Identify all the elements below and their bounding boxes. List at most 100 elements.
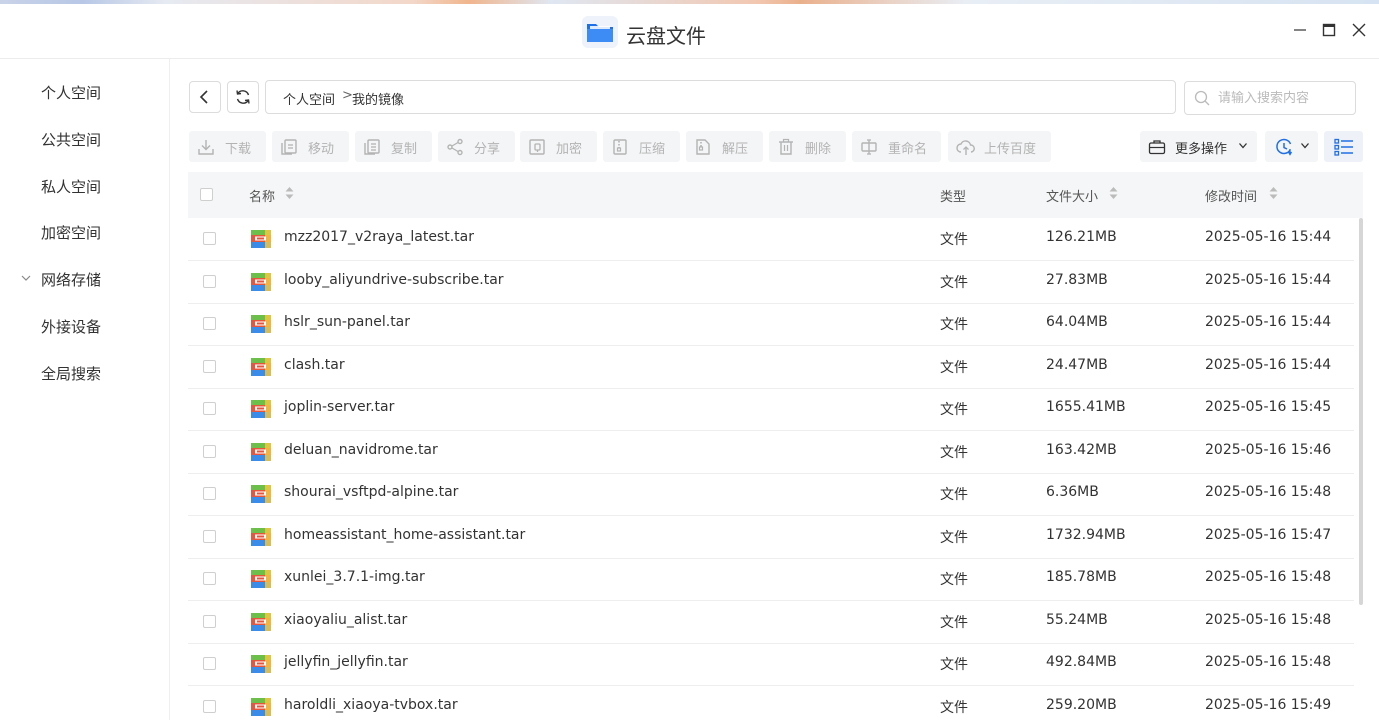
title-bar: 云盘文件 [0, 4, 1379, 59]
upload-baidu-button[interactable]: 上传百度 [948, 131, 1051, 162]
file-name[interactable]: mzz2017_v2raya_latest.tar [284, 229, 474, 245]
maximize-icon[interactable] [1319, 20, 1339, 40]
file-name[interactable]: haroldli_xiaoya-tvbox.tar [284, 697, 458, 713]
encrypt-button[interactable]: 加密 [520, 131, 597, 162]
sidebar-item-private-space[interactable]: 私人空间 [0, 166, 169, 206]
archive-file-icon [251, 655, 271, 673]
table-row[interactable]: jellyfin_jellyfin.tar 文件 492.84MB 2025-05-1… [188, 643, 1354, 686]
sidebar-item-label: 全局搜索 [41, 365, 102, 383]
sort-arrows-icon[interactable] [285, 186, 294, 200]
file-name[interactable]: jellyfin_jellyfin.tar [284, 654, 408, 670]
row-checkbox[interactable] [203, 615, 216, 628]
copy-label: 复制 [391, 142, 418, 157]
compress-icon [613, 139, 627, 155]
table-row[interactable]: xunlei_3.7.1-img.tar 文件 185.78MB 2025-05-16… [188, 558, 1354, 601]
refresh-icon [236, 90, 250, 104]
compress-label: 压缩 [639, 142, 666, 157]
header-name[interactable]: 名称 [249, 186, 275, 205]
select-all-checkbox[interactable] [200, 188, 213, 201]
briefcase-icon [1148, 140, 1166, 155]
file-name[interactable]: looby_aliyundrive-subscribe.tar [284, 272, 504, 288]
table-row[interactable]: xiaoyaliu_alist.tar 文件 55.24MB 2025-05-16 1… [188, 601, 1354, 644]
file-modified-time: 2025-05-16 15:48 [1205, 484, 1332, 500]
extract-button[interactable]: 解压 [686, 131, 763, 162]
file-name[interactable]: deluan_navidrome.tar [284, 442, 438, 458]
header-size[interactable]: 文件大小 [1046, 186, 1098, 205]
file-modified-time: 2025-05-16 15:48 [1205, 654, 1332, 670]
row-checkbox[interactable] [203, 445, 216, 458]
file-name[interactable]: joplin-server.tar [284, 399, 394, 415]
table-row[interactable]: mzz2017_v2raya_latest.tar 文件 126.21MB 2025-… [188, 218, 1354, 261]
file-modified-time: 2025-05-16 15:47 [1205, 527, 1332, 543]
sidebar-item-label: 外接设备 [41, 318, 102, 336]
minimize-icon[interactable] [1290, 20, 1310, 40]
row-checkbox[interactable] [203, 657, 216, 670]
file-modified-time: 2025-05-16 15:48 [1205, 612, 1332, 628]
file-modified-time: 2025-05-16 15:49 [1205, 697, 1332, 713]
file-modified-time: 2025-05-16 15:44 [1205, 229, 1332, 245]
rename-icon [861, 139, 877, 155]
download-button[interactable]: 下载 [189, 131, 266, 162]
table-row[interactable]: deluan_navidrome.tar 文件 163.42MB 2025-05-16… [188, 431, 1354, 474]
file-name[interactable]: xiaoyaliu_alist.tar [284, 612, 407, 628]
file-name[interactable]: homeassistant_home-assistant.tar [284, 527, 525, 543]
row-checkbox[interactable] [203, 487, 216, 500]
chevron-down-icon[interactable] [20, 272, 32, 284]
sidebar-item-personal-space[interactable]: 个人空间 [0, 72, 169, 112]
breadcrumb-root[interactable]: 个人空间 [283, 89, 335, 108]
table-row[interactable]: haroldli_xiaoya-tvbox.tar 文件 259.20MB 2025-… [188, 686, 1354, 720]
list-view-button[interactable] [1324, 131, 1363, 162]
sidebar-item-label: 个人空间 [41, 84, 102, 102]
search-input[interactable] [1216, 87, 1350, 109]
copy-button[interactable]: 复制 [355, 131, 432, 162]
move-button[interactable]: 移动 [272, 131, 349, 162]
archive-file-icon [251, 273, 271, 291]
folder-app-icon [582, 16, 618, 48]
sidebar-item-network-storage[interactable]: 网络存储 [0, 259, 169, 299]
breadcrumb-current[interactable]: 我的镜像 [352, 89, 404, 108]
sort-arrows-icon[interactable] [1269, 186, 1278, 200]
search-box[interactable] [1184, 81, 1356, 115]
table-row[interactable]: clash.tar 文件 24.47MB 2025-05-16 15:44 [188, 346, 1354, 389]
header-time[interactable]: 修改时间 [1205, 186, 1257, 205]
sort-button[interactable] [1265, 131, 1318, 162]
sidebar-item-public-space[interactable]: 公共空间 [0, 119, 169, 159]
share-button[interactable]: 分享 [438, 131, 515, 162]
row-checkbox[interactable] [203, 530, 216, 543]
file-name[interactable]: clash.tar [284, 357, 345, 373]
sort-arrows-icon[interactable] [1109, 186, 1118, 200]
more-actions-button[interactable]: 更多操作 [1140, 131, 1257, 162]
file-size: 1732.94MB [1046, 527, 1126, 543]
vertical-scrollbar[interactable] [1359, 218, 1363, 605]
table-row[interactable]: homeassistant_home-assistant.tar 文件 1732.9… [188, 516, 1354, 559]
row-checkbox[interactable] [203, 402, 216, 415]
row-checkbox[interactable] [203, 360, 216, 373]
row-checkbox[interactable] [203, 232, 216, 245]
sidebar-item-global-search[interactable]: 全局搜索 [0, 353, 169, 393]
file-name[interactable]: shourai_vsftpd-alpine.tar [284, 484, 458, 500]
refresh-button[interactable] [227, 81, 259, 113]
file-name[interactable]: xunlei_3.7.1-img.tar [284, 569, 425, 585]
table-row[interactable]: shourai_vsftpd-alpine.tar 文件 6.36MB 2025-05… [188, 473, 1354, 516]
upload-baidu-label: 上传百度 [984, 142, 1037, 157]
sidebar-item-encrypted-space[interactable]: 加密空间 [0, 212, 169, 252]
archive-file-icon [251, 570, 271, 588]
extract-label: 解压 [722, 142, 749, 157]
table-row[interactable]: joplin-server.tar 文件 1655.41MB 2025-05-16 1… [188, 388, 1354, 431]
row-checkbox[interactable] [203, 275, 216, 288]
table-row[interactable]: hslr_sun-panel.tar 文件 64.04MB 2025-05-16 15… [188, 303, 1354, 346]
back-button[interactable] [189, 81, 221, 113]
compress-button[interactable]: 压缩 [603, 131, 680, 162]
sidebar-item-external-devices[interactable]: 外接设备 [0, 306, 169, 346]
row-checkbox[interactable] [203, 317, 216, 330]
rename-button[interactable]: 重命名 [852, 131, 941, 162]
table-row[interactable]: looby_aliyundrive-subscribe.tar 文件 27.83MB… [188, 261, 1354, 304]
sidebar: 个人空间 公共空间 私人空间 加密空间 网络存储 外接设备 全局搜索 [0, 59, 170, 720]
delete-button[interactable]: 删除 [769, 131, 846, 162]
file-modified-time: 2025-05-16 15:45 [1205, 399, 1332, 415]
sidebar-item-label: 私人空间 [41, 178, 102, 196]
file-name[interactable]: hslr_sun-panel.tar [284, 314, 410, 330]
row-checkbox[interactable] [203, 700, 216, 713]
close-icon[interactable] [1349, 20, 1369, 40]
row-checkbox[interactable] [203, 572, 216, 585]
